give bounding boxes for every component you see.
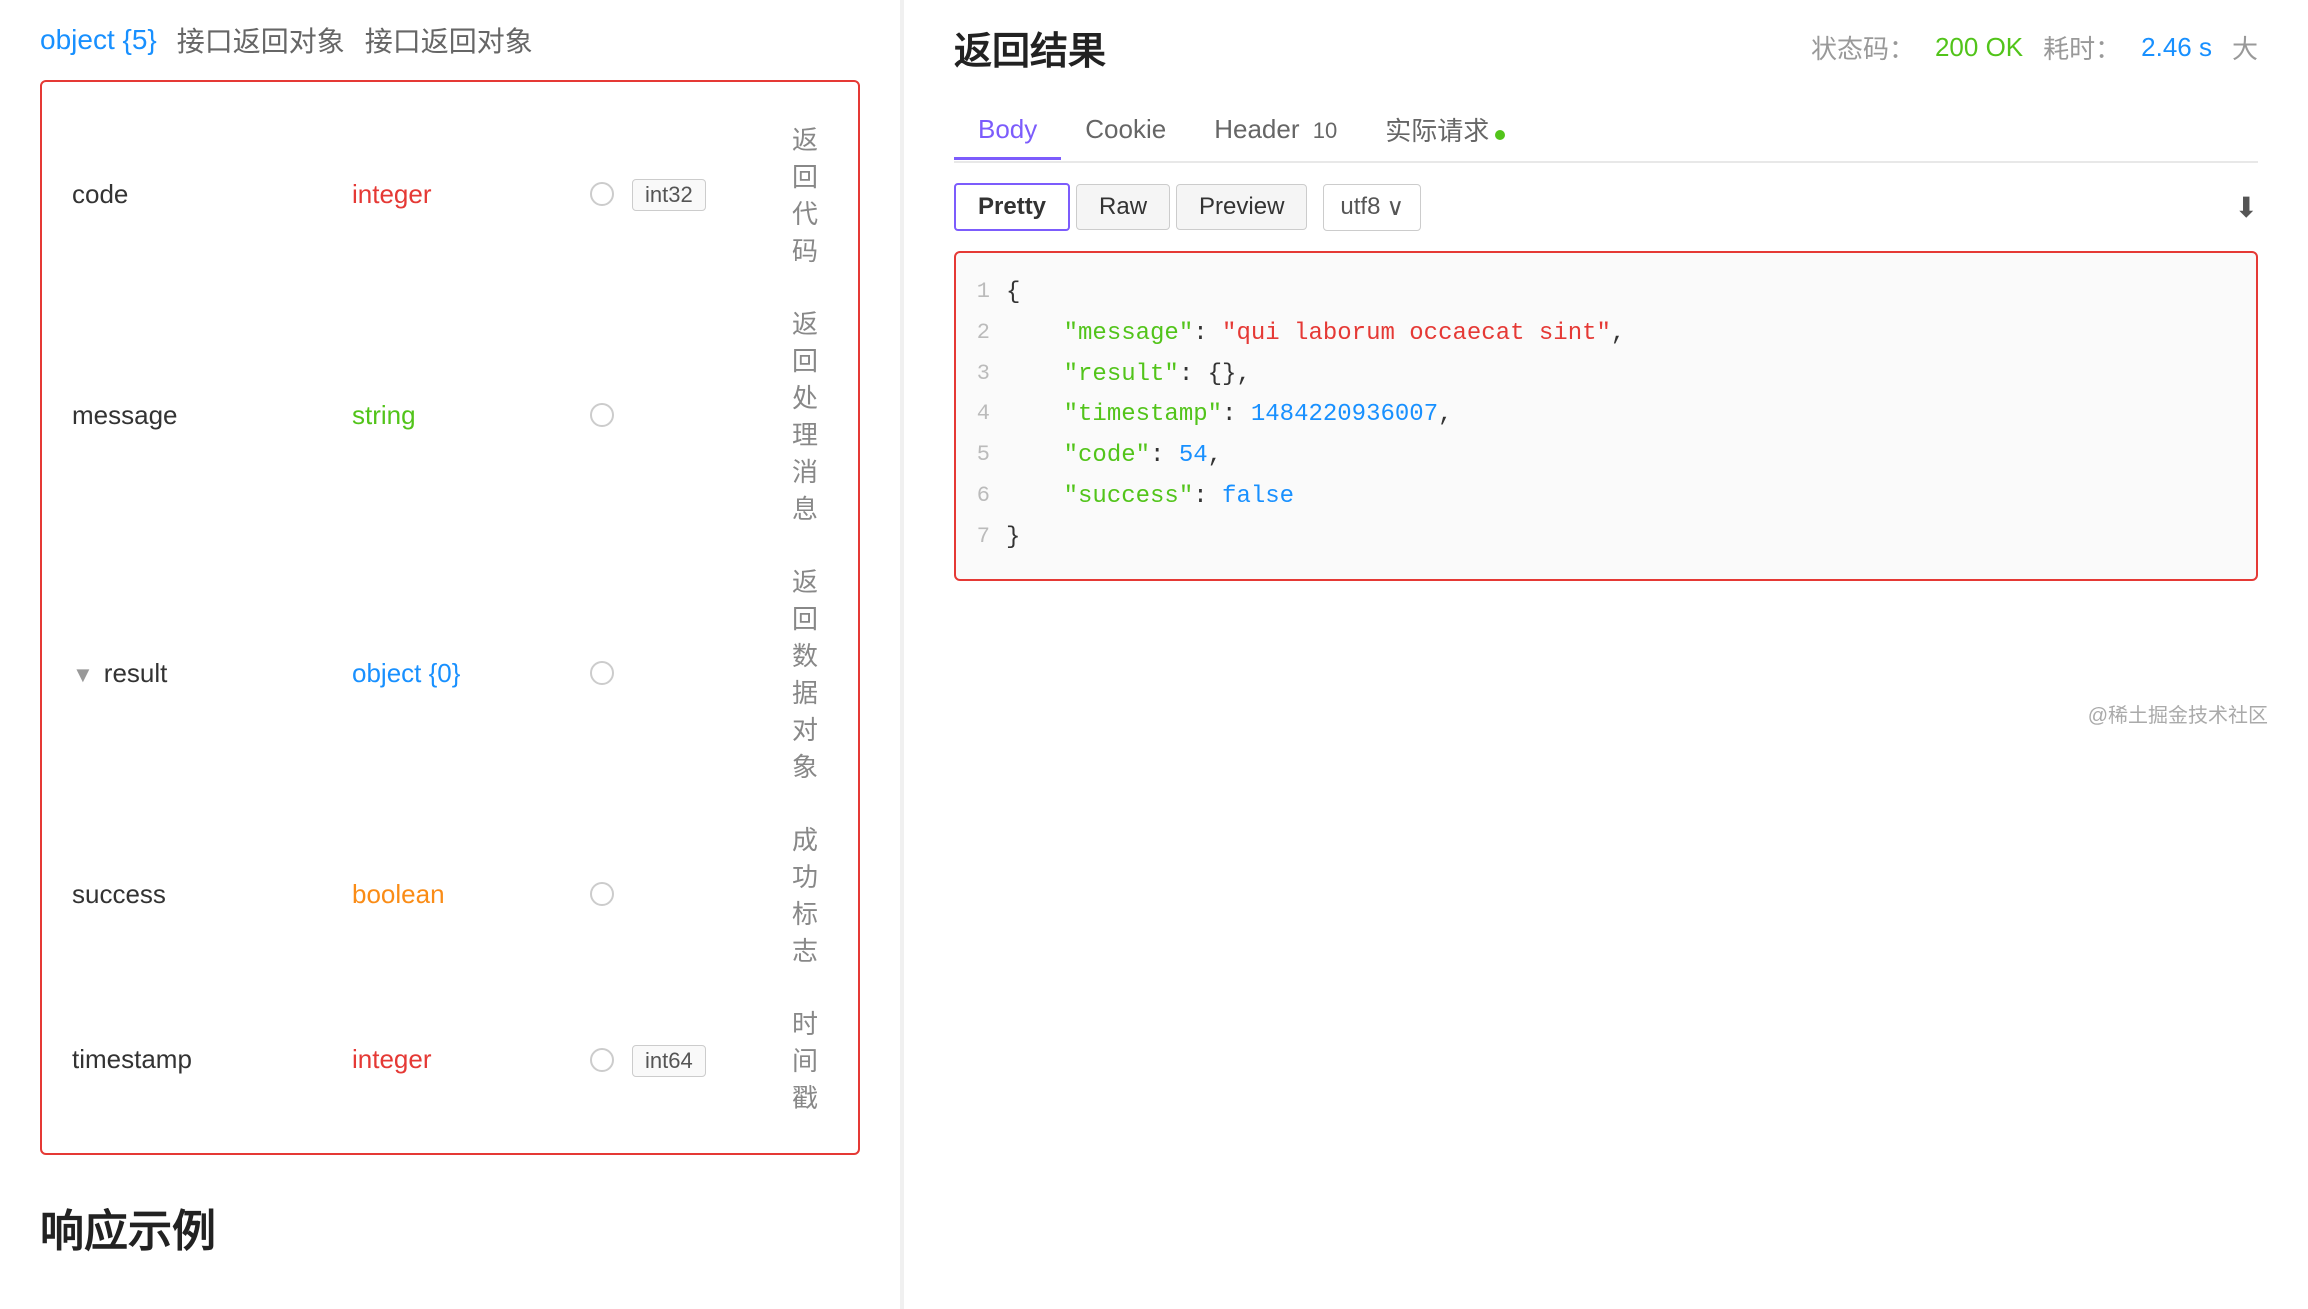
code-line-1: 1 { <box>966 273 2236 314</box>
field-radio-timestamp[interactable] <box>572 1048 632 1072</box>
object-type: object {5} <box>40 24 157 56</box>
table-row: message string 返回处理消息 <box>72 286 828 544</box>
code-line-3: 3 "result": {}, <box>966 355 2236 396</box>
line-num-6: 6 <box>966 477 1006 514</box>
tab-header[interactable]: Header 10 <box>1190 102 1361 160</box>
code-line-6: 6 "success": false <box>966 477 2236 518</box>
code-line-4: 4 "timestamp": 1484220936007, <box>966 395 2236 436</box>
chevron-down-icon: ∨ <box>1386 193 1404 222</box>
status-label: 状态码： <box>1811 29 1915 66</box>
field-radio-result[interactable] <box>572 661 632 685</box>
table-row: code integer int32 返回代码 <box>72 102 828 286</box>
code-line-2: 2 "message": "qui laborum occaecat sint"… <box>966 314 2236 355</box>
field-type-result: object {0} <box>352 658 572 689</box>
table-row: timestamp integer int64 时间戳 <box>72 986 828 1133</box>
tab-actual-request[interactable]: 实际请求 <box>1361 99 1529 163</box>
field-name-timestamp: timestamp <box>72 1044 352 1075</box>
code-line-7: 7 } <box>966 518 2236 559</box>
field-name-success: success <box>72 879 352 910</box>
format-pretty-button[interactable]: Pretty <box>954 183 1070 231</box>
code-content-4: "timestamp": 1484220936007, <box>1006 395 2236 436</box>
line-num-2: 2 <box>966 314 1006 351</box>
format-preview-button[interactable]: Preview <box>1176 184 1307 230</box>
object-header: object {5} 接口返回对象 接口返回对象 <box>40 20 860 60</box>
field-type-timestamp: integer <box>352 1044 572 1075</box>
code-content-1: { <box>1006 273 2236 314</box>
format-badge-code: int32 <box>632 179 706 211</box>
field-radio-message[interactable] <box>572 403 632 427</box>
field-type-code: integer <box>352 179 572 210</box>
result-title: 返回结果 <box>954 20 1106 75</box>
field-type-success: boolean <box>352 879 572 910</box>
field-desc-timestamp: 时间戳 <box>772 1004 828 1115</box>
field-desc-result: 返回数据对象 <box>772 562 828 784</box>
right-panel: 返回结果 状态码： 200 OK 耗时： 2.46 s 大 Body Cooki… <box>904 0 2308 1309</box>
format-badge-timestamp: int64 <box>632 1045 706 1077</box>
field-radio-code[interactable] <box>572 182 632 206</box>
field-desc-code: 返回代码 <box>772 120 828 268</box>
tab-bar: Body Cookie Header 10 实际请求 <box>954 99 2258 163</box>
field-name-message: message <box>72 400 352 431</box>
result-meta: 状态码： 200 OK 耗时： 2.46 s 大 <box>1811 29 2258 66</box>
expand-icon[interactable]: ▼ <box>72 662 94 687</box>
time-value: 2.46 s <box>2141 32 2212 63</box>
dot-icon <box>1495 130 1505 140</box>
line-num-7: 7 <box>966 518 1006 555</box>
radio-circle[interactable] <box>590 1048 614 1072</box>
result-header: 返回结果 状态码： 200 OK 耗时： 2.46 s 大 <box>954 20 2258 75</box>
code-line-5: 5 "code": 54, <box>966 436 2236 477</box>
format-raw-button[interactable]: Raw <box>1076 184 1170 230</box>
code-block: 1 { 2 "message": "qui laborum occaecat s… <box>954 251 2258 581</box>
time-label: 耗时： <box>2043 29 2121 66</box>
code-content-7: } <box>1006 518 2236 559</box>
code-content-5: "code": 54, <box>1006 436 2236 477</box>
left-panel: object {5} 接口返回对象 接口返回对象 code integer in… <box>0 0 900 1309</box>
code-content-6: "success": false <box>1006 477 2236 518</box>
table-row: ▼result object {0} 返回数据对象 <box>72 544 828 802</box>
encoding-select[interactable]: utf8 ∨ <box>1323 184 1421 231</box>
section-title: 响应示例 <box>40 1195 860 1259</box>
code-content-2: "message": "qui laborum occaecat sint", <box>1006 314 2236 355</box>
size-label: 大 <box>2232 29 2258 66</box>
line-num-3: 3 <box>966 355 1006 392</box>
download-icon[interactable]: ⬇ <box>2235 191 2258 224</box>
code-content-3: "result": {}, <box>1006 355 2236 396</box>
footer-text: @稀土掘金技术社区 <box>2088 699 2268 728</box>
field-radio-success[interactable] <box>572 882 632 906</box>
field-format-timestamp: int64 <box>632 1043 772 1077</box>
object-label-2: 接口返回对象 <box>365 20 533 60</box>
tab-body[interactable]: Body <box>954 102 1061 160</box>
header-badge: 10 <box>1313 118 1337 144</box>
line-num-5: 5 <box>966 436 1006 473</box>
radio-circle[interactable] <box>590 182 614 206</box>
table-row: success boolean 成功标志 <box>72 802 828 986</box>
status-code: 200 OK <box>1935 32 2023 63</box>
radio-circle[interactable] <box>590 882 614 906</box>
encoding-value: utf8 <box>1340 193 1380 221</box>
field-type-message: string <box>352 400 572 431</box>
field-name-code: code <box>72 179 352 210</box>
field-desc-success: 成功标志 <box>772 820 828 968</box>
tab-cookie[interactable]: Cookie <box>1061 102 1190 160</box>
line-num-4: 4 <box>966 395 1006 432</box>
line-num-1: 1 <box>966 273 1006 310</box>
field-format-code: int32 <box>632 177 772 211</box>
field-desc-message: 返回处理消息 <box>772 304 828 526</box>
radio-circle[interactable] <box>590 403 614 427</box>
field-name-result: ▼result <box>72 658 352 689</box>
object-label-1: 接口返回对象 <box>177 20 345 60</box>
format-bar: Pretty Raw Preview utf8 ∨ ⬇ <box>954 183 2258 231</box>
radio-circle[interactable] <box>590 661 614 685</box>
schema-table: code integer int32 返回代码 message string 返… <box>40 80 860 1155</box>
